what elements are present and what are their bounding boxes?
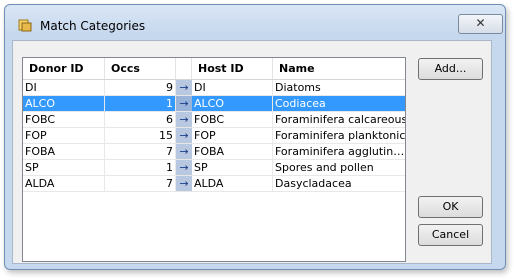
name-cell: Codiacea (273, 96, 405, 112)
table-row[interactable]: ALCO 1 → ALCO Codiacea (23, 96, 405, 112)
host-id-cell: ALCO (192, 96, 273, 112)
occs-cell: 15 (105, 128, 176, 144)
table-row[interactable]: FOBA 7 → FOBA Foraminifera agglutin… (23, 144, 405, 160)
donor-id-cell: SP (23, 160, 105, 176)
host-id-cell: FOP (192, 128, 273, 144)
table-header: Donor ID Occs Host ID Name (23, 58, 405, 80)
donor-id-cell: FOBC (23, 112, 105, 128)
donor-id-cell: ALDA (23, 176, 105, 192)
occs-cell: 9 (105, 80, 176, 96)
name-cell: Foraminifera calcareous (273, 113, 405, 128)
occs-cell: 6 (105, 112, 176, 128)
name-cell: Dasycladacea (273, 176, 405, 192)
donor-id-cell: FOBA (23, 144, 105, 160)
donor-id-cell: FOP (23, 128, 105, 144)
donor-id-cell: ALCO (23, 96, 105, 112)
name-cell: Diatoms (273, 80, 405, 96)
arrow-right-icon[interactable]: → (176, 80, 192, 96)
table-row[interactable]: ALDA 7 → ALDA Dasycladacea (23, 176, 405, 192)
table-row[interactable]: SP 1 → SP Spores and pollen (23, 160, 405, 176)
window-title: Match Categories (40, 19, 146, 33)
ok-button[interactable]: OK (418, 196, 483, 218)
col-occs[interactable]: Occs (105, 58, 176, 79)
cancel-button[interactable]: Cancel (418, 224, 483, 246)
col-name[interactable]: Name (273, 58, 405, 79)
host-id-cell: FOBC (192, 112, 273, 128)
add-button[interactable]: Add... (418, 58, 483, 80)
host-id-cell: DI (192, 80, 273, 96)
table-row[interactable]: FOP 15 → FOP Foraminifera planktonic (23, 128, 405, 144)
occs-cell: 1 (105, 96, 176, 112)
occs-cell: 1 (105, 160, 176, 176)
name-cell: Spores and pollen (273, 160, 405, 176)
table-row[interactable]: DI 9 → DI Diatoms (23, 80, 405, 96)
donor-id-cell: DI (23, 80, 105, 96)
categories-table[interactable]: Donor ID Occs Host ID Name DI 9 → DI Diatoms… (22, 57, 406, 262)
host-id-cell: SP (192, 160, 273, 176)
col-host-id[interactable]: Host ID (192, 58, 273, 79)
app-icon (18, 19, 32, 32)
host-id-cell: ALDA (192, 176, 273, 192)
arrow-right-icon[interactable]: → (176, 96, 192, 112)
close-icon[interactable]: ✕ (458, 14, 503, 34)
name-cell: Foraminifera planktonic (273, 129, 405, 144)
table-row[interactable]: FOBC 6 → FOBC Foraminifera calcareous (23, 112, 405, 128)
name-cell: Foraminifera agglutin… (273, 145, 405, 160)
arrow-right-icon[interactable]: → (176, 176, 192, 192)
col-arrow (176, 58, 192, 79)
arrow-right-icon[interactable]: → (176, 160, 192, 176)
occs-cell: 7 (105, 144, 176, 160)
arrow-right-icon[interactable]: → (176, 112, 192, 128)
occs-cell: 7 (105, 176, 176, 192)
arrow-right-icon[interactable]: → (176, 128, 192, 144)
host-id-cell: FOBA (192, 144, 273, 160)
arrow-right-icon[interactable]: → (176, 144, 192, 160)
col-donor-id[interactable]: Donor ID (23, 58, 105, 79)
